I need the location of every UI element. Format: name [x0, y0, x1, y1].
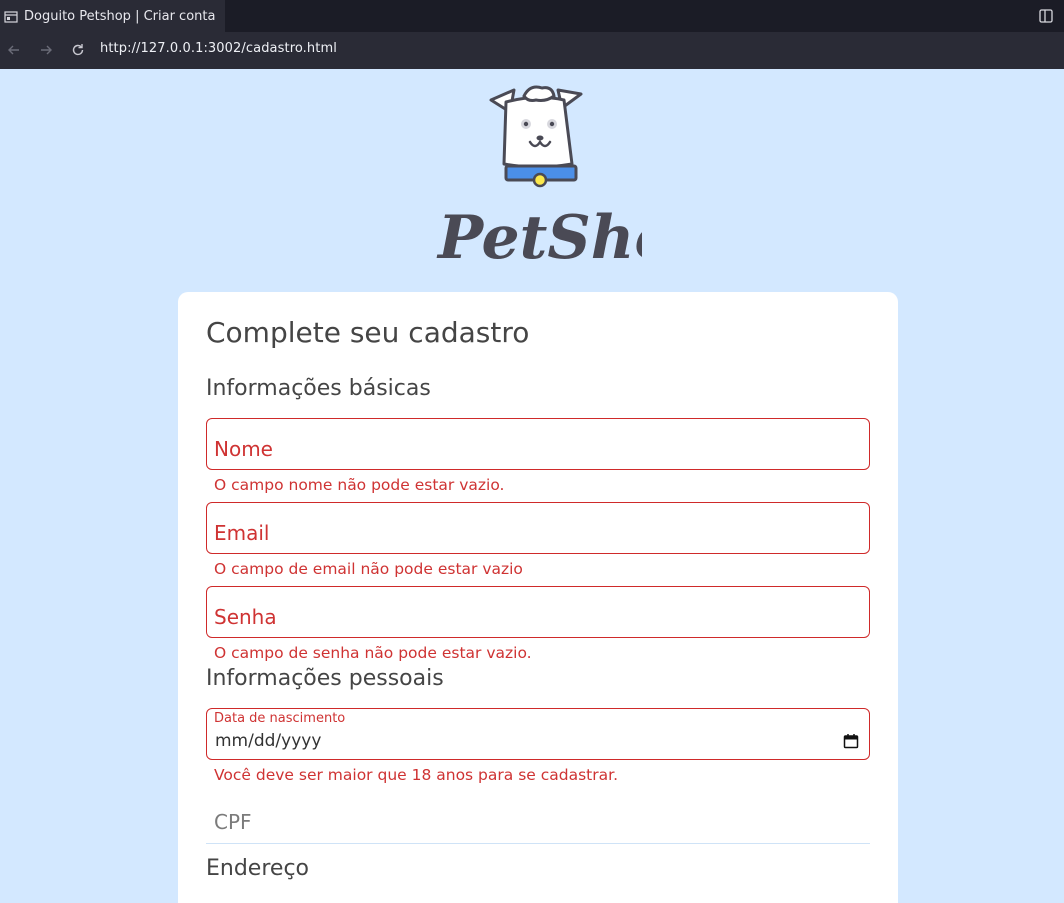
email-placeholder: Email [214, 521, 270, 545]
brand-logo: PetShop [432, 196, 716, 286]
tab-title: Doguito Petshop | Criar conta [24, 8, 216, 24]
password-error: O campo de senha não pode estar vazio. [214, 644, 532, 662]
birthdate-label: Data de nascimento [214, 711, 346, 726]
email-field[interactable]: Email [206, 502, 870, 554]
page-title: Complete seu cadastro [206, 316, 530, 349]
section-personal-info: Informações pessoais [206, 666, 444, 691]
password-placeholder: Senha [214, 605, 277, 629]
dog-logo-icon [486, 84, 586, 192]
address-bar[interactable]: http://127.0.0.1:3002/cadastro.html [100, 41, 337, 56]
browser-tab-bar: Doguito Petshop | Criar conta [0, 0, 1064, 32]
name-error: O campo nome não pode estar vazio. [214, 476, 505, 494]
browser-tab[interactable]: Doguito Petshop | Criar conta [0, 0, 225, 32]
calendar-icon[interactable] [843, 733, 859, 749]
forward-arrow-icon[interactable] [38, 42, 54, 58]
sidebar-toggle-icon[interactable] [1038, 8, 1054, 24]
birthdate-field[interactable]: Data de nascimento mm/dd/yyyy [206, 708, 870, 760]
reload-icon[interactable] [70, 42, 86, 58]
signup-card: Complete seu cadastro Informações básica… [178, 292, 898, 903]
section-address: Endereço [206, 856, 309, 881]
birthdate-error: Você deve ser maior que 18 anos para se … [214, 766, 618, 784]
name-field[interactable]: Nome [206, 418, 870, 470]
page-icon [4, 9, 18, 23]
back-arrow-icon[interactable] [6, 42, 22, 58]
cpf-placeholder: CPF [214, 810, 252, 834]
birthdate-value: mm/dd/yyyy [215, 731, 322, 751]
cpf-field[interactable]: CPF [206, 802, 870, 844]
browser-nav-bar: http://127.0.0.1:3002/cadastro.html [0, 32, 1064, 69]
email-error: O campo de email não pode estar vazio [214, 560, 523, 578]
section-basic-info: Informações básicas [206, 376, 431, 401]
password-field[interactable]: Senha [206, 586, 870, 638]
name-placeholder: Nome [214, 437, 273, 461]
brand-name: PetShop [436, 203, 642, 273]
